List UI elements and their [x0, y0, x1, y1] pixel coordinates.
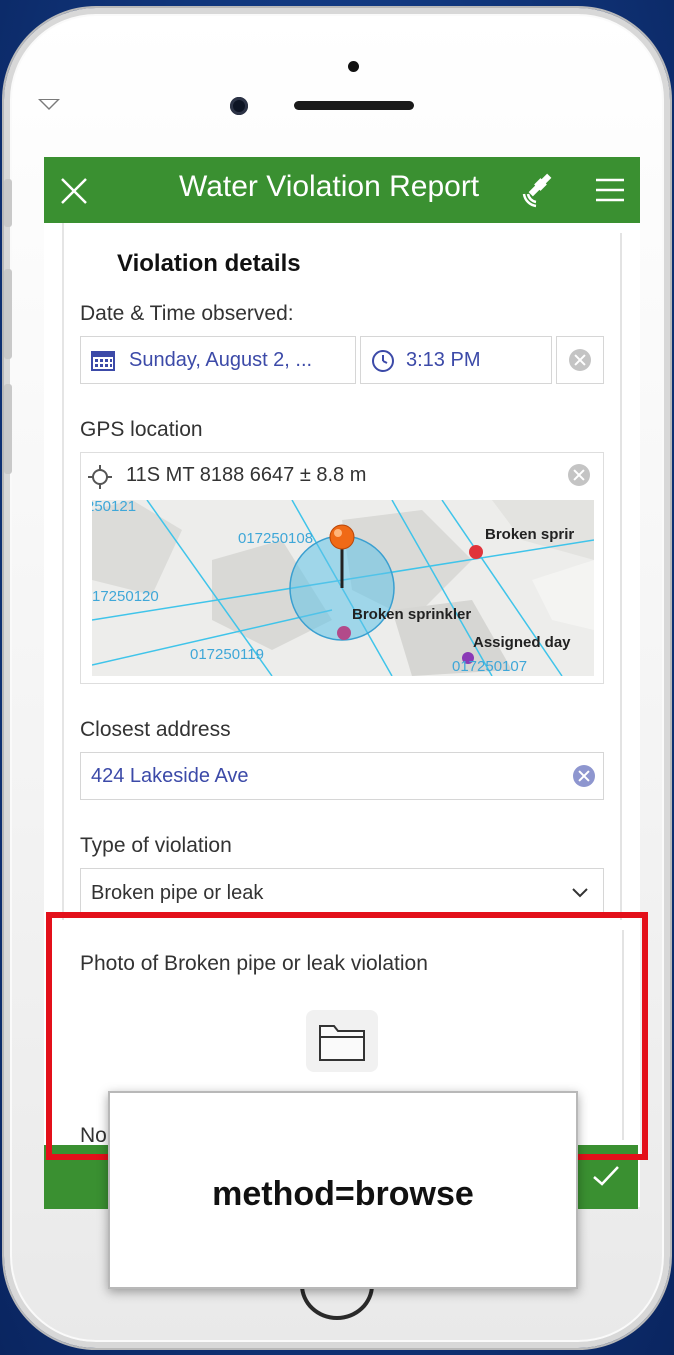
- proximity-sensor: [348, 61, 359, 72]
- earpiece-speaker: [294, 101, 414, 110]
- map-parcel-label: 017250108: [238, 530, 314, 547]
- group-title[interactable]: Violation details: [117, 250, 301, 278]
- calendar-icon: [91, 351, 115, 371]
- location-map[interactable]: 250121 017250108 17250120 017250119 0172…: [92, 500, 594, 676]
- map-feature-label: Broken sprinkler: [352, 606, 472, 623]
- volume-up-button: [4, 269, 12, 359]
- satellite-icon[interactable]: [522, 172, 558, 208]
- time-field[interactable]: 3:13 PM: [360, 336, 552, 384]
- map-parcel-label: 017250107: [452, 658, 528, 675]
- date-time-label: Date & Time observed:: [80, 302, 294, 325]
- front-camera: [230, 97, 248, 115]
- collapse-triangle-inner: [41, 100, 57, 108]
- clear-gps-icon[interactable]: [568, 464, 590, 486]
- clear-icon: [569, 349, 591, 371]
- clear-address-icon[interactable]: [573, 765, 595, 787]
- chevron-down-icon: [572, 888, 588, 898]
- gps-label: GPS location: [80, 418, 203, 441]
- map-feature-label: Broken sprir: [485, 526, 575, 543]
- date-value: Sunday, August 2, ...: [129, 349, 313, 371]
- map-parcel-label: 017250119: [190, 646, 264, 663]
- close-icon[interactable]: [58, 175, 90, 207]
- address-field[interactable]: 424 Lakeside Ave: [80, 752, 604, 800]
- method-caption: method=browse: [212, 1175, 474, 1213]
- method-caption-box: method=browse: [108, 1091, 578, 1289]
- volume-down-button: [4, 384, 12, 474]
- violation-type-value: Broken pipe or leak: [91, 882, 264, 904]
- checkmark-icon[interactable]: [592, 1165, 620, 1187]
- map-feature-label: Assigned day: [473, 634, 571, 651]
- date-field[interactable]: Sunday, August 2, ...: [80, 336, 356, 384]
- menu-icon[interactable]: [596, 178, 624, 202]
- map-parcel-label: 250121: [92, 500, 137, 515]
- map-parcel-label: 17250120: [92, 588, 159, 605]
- time-value: 3:13 PM: [406, 349, 481, 371]
- address-label: Closest address: [80, 718, 231, 741]
- clear-datetime-button[interactable]: [556, 336, 604, 384]
- page-title: Water Violation Report: [179, 170, 480, 203]
- violation-type-label: Type of violation: [80, 834, 232, 857]
- crosshair-icon: [88, 465, 112, 489]
- address-value: 424 Lakeside Ave: [91, 765, 249, 787]
- clock-icon: [372, 350, 394, 372]
- gps-coordinates: 11S MT 8188 6647 ± 8.8 m: [126, 464, 367, 486]
- mute-switch: [4, 179, 12, 227]
- violation-type-select[interactable]: Broken pipe or leak: [80, 868, 604, 916]
- app-header: Water Violation Report: [44, 157, 640, 223]
